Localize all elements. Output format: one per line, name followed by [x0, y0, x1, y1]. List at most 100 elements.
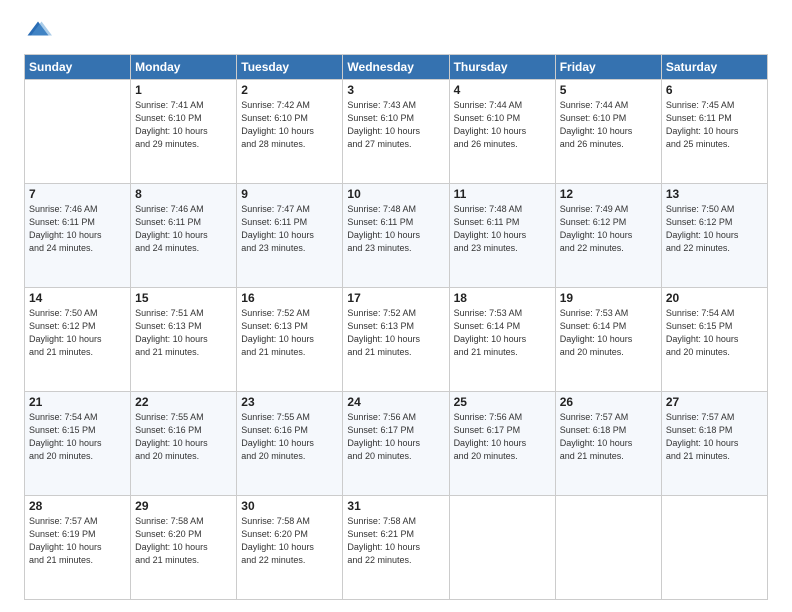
day-info: Sunrise: 7:46 AM Sunset: 6:11 PM Dayligh… [135, 203, 232, 255]
calendar-cell: 6 Sunrise: 7:45 AM Sunset: 6:11 PM Daylig… [661, 80, 767, 184]
calendar-cell [661, 496, 767, 600]
day-number: 2 [241, 83, 338, 97]
calendar-cell: 7 Sunrise: 7:46 AM Sunset: 6:11 PM Daylig… [25, 184, 131, 288]
calendar-cell: 2 Sunrise: 7:42 AM Sunset: 6:10 PM Daylig… [237, 80, 343, 184]
day-number: 22 [135, 395, 232, 409]
calendar-week-1: 1 Sunrise: 7:41 AM Sunset: 6:10 PM Daylig… [25, 80, 768, 184]
day-number: 17 [347, 291, 444, 305]
weekday-header-sunday: Sunday [25, 55, 131, 80]
day-number: 28 [29, 499, 126, 513]
page: SundayMondayTuesdayWednesdayThursdayFrid… [0, 0, 792, 612]
day-info: Sunrise: 7:50 AM Sunset: 6:12 PM Dayligh… [666, 203, 763, 255]
day-number: 24 [347, 395, 444, 409]
calendar-cell: 22 Sunrise: 7:55 AM Sunset: 6:16 PM Dayli… [131, 392, 237, 496]
calendar-cell: 10 Sunrise: 7:48 AM Sunset: 6:11 PM Dayli… [343, 184, 449, 288]
day-info: Sunrise: 7:45 AM Sunset: 6:11 PM Dayligh… [666, 99, 763, 151]
day-info: Sunrise: 7:48 AM Sunset: 6:11 PM Dayligh… [454, 203, 551, 255]
day-number: 23 [241, 395, 338, 409]
day-info: Sunrise: 7:54 AM Sunset: 6:15 PM Dayligh… [666, 307, 763, 359]
weekday-header-friday: Friday [555, 55, 661, 80]
calendar-cell: 9 Sunrise: 7:47 AM Sunset: 6:11 PM Daylig… [237, 184, 343, 288]
day-info: Sunrise: 7:47 AM Sunset: 6:11 PM Dayligh… [241, 203, 338, 255]
calendar-cell: 4 Sunrise: 7:44 AM Sunset: 6:10 PM Daylig… [449, 80, 555, 184]
calendar-cell: 1 Sunrise: 7:41 AM Sunset: 6:10 PM Daylig… [131, 80, 237, 184]
day-number: 7 [29, 187, 126, 201]
day-number: 4 [454, 83, 551, 97]
calendar-cell: 23Sunrise: 7:55 AM Sunset: 6:16 PM Dayli… [237, 392, 343, 496]
calendar-cell: 17 Sunrise: 7:52 AM Sunset: 6:13 PM Dayli… [343, 288, 449, 392]
day-info: Sunrise: 7:56 AM Sunset: 6:17 PM Dayligh… [347, 411, 444, 463]
calendar-week-5: 28Sunrise: 7:57 AM Sunset: 6:19 PM Dayli… [25, 496, 768, 600]
day-info: Sunrise: 7:53 AM Sunset: 6:14 PM Dayligh… [454, 307, 551, 359]
day-info: Sunrise: 7:58 AM Sunset: 6:20 PM Dayligh… [241, 515, 338, 567]
calendar-cell [25, 80, 131, 184]
calendar-cell: 13Sunrise: 7:50 AM Sunset: 6:12 PM Dayli… [661, 184, 767, 288]
day-info: Sunrise: 7:44 AM Sunset: 6:10 PM Dayligh… [560, 99, 657, 151]
calendar-cell: 30Sunrise: 7:58 AM Sunset: 6:20 PM Dayli… [237, 496, 343, 600]
weekday-header-tuesday: Tuesday [237, 55, 343, 80]
calendar-cell: 5Sunrise: 7:44 AM Sunset: 6:10 PM Daylig… [555, 80, 661, 184]
calendar-cell: 29Sunrise: 7:58 AM Sunset: 6:20 PM Dayli… [131, 496, 237, 600]
calendar-cell: 19 Sunrise: 7:53 AM Sunset: 6:14 PM Dayli… [555, 288, 661, 392]
day-info: Sunrise: 7:57 AM Sunset: 6:18 PM Dayligh… [560, 411, 657, 463]
calendar-cell: 18 Sunrise: 7:53 AM Sunset: 6:14 PM Dayli… [449, 288, 555, 392]
day-number: 20 [666, 291, 763, 305]
calendar-header: SundayMondayTuesdayWednesdayThursdayFrid… [25, 55, 768, 80]
day-number: 6 [666, 83, 763, 97]
calendar-cell [449, 496, 555, 600]
day-number: 26 [560, 395, 657, 409]
logo-icon [24, 18, 52, 46]
day-info: Sunrise: 7:56 AM Sunset: 6:17 PM Dayligh… [454, 411, 551, 463]
day-number: 10 [347, 187, 444, 201]
calendar-cell: 31 Sunrise: 7:58 AM Sunset: 6:21 PM Dayli… [343, 496, 449, 600]
day-number: 9 [241, 187, 338, 201]
day-info: Sunrise: 7:57 AM Sunset: 6:18 PM Dayligh… [666, 411, 763, 463]
day-number: 31 [347, 499, 444, 513]
logo [24, 18, 58, 46]
day-info: Sunrise: 7:55 AM Sunset: 6:16 PM Dayligh… [135, 411, 232, 463]
day-number: 14 [29, 291, 126, 305]
calendar-cell: 8Sunrise: 7:46 AM Sunset: 6:11 PM Daylig… [131, 184, 237, 288]
calendar-cell: 28Sunrise: 7:57 AM Sunset: 6:19 PM Dayli… [25, 496, 131, 600]
calendar-cell: 16 Sunrise: 7:52 AM Sunset: 6:13 PM Dayli… [237, 288, 343, 392]
calendar-cell [555, 496, 661, 600]
day-info: Sunrise: 7:51 AM Sunset: 6:13 PM Dayligh… [135, 307, 232, 359]
calendar-cell: 20 Sunrise: 7:54 AM Sunset: 6:15 PM Dayli… [661, 288, 767, 392]
day-info: Sunrise: 7:41 AM Sunset: 6:10 PM Dayligh… [135, 99, 232, 151]
header [24, 18, 768, 46]
day-info: Sunrise: 7:49 AM Sunset: 6:12 PM Dayligh… [560, 203, 657, 255]
day-number: 18 [454, 291, 551, 305]
day-info: Sunrise: 7:42 AM Sunset: 6:10 PM Dayligh… [241, 99, 338, 151]
day-info: Sunrise: 7:54 AM Sunset: 6:15 PM Dayligh… [29, 411, 126, 463]
calendar-cell: 27 Sunrise: 7:57 AM Sunset: 6:18 PM Dayli… [661, 392, 767, 496]
calendar-week-2: 7 Sunrise: 7:46 AM Sunset: 6:11 PM Daylig… [25, 184, 768, 288]
day-number: 27 [666, 395, 763, 409]
calendar-cell: 11 Sunrise: 7:48 AM Sunset: 6:11 PM Dayli… [449, 184, 555, 288]
calendar-cell: 26 Sunrise: 7:57 AM Sunset: 6:18 PM Dayli… [555, 392, 661, 496]
day-info: Sunrise: 7:50 AM Sunset: 6:12 PM Dayligh… [29, 307, 126, 359]
day-info: Sunrise: 7:46 AM Sunset: 6:11 PM Dayligh… [29, 203, 126, 255]
day-info: Sunrise: 7:53 AM Sunset: 6:14 PM Dayligh… [560, 307, 657, 359]
day-number: 16 [241, 291, 338, 305]
calendar-table: SundayMondayTuesdayWednesdayThursdayFrid… [24, 54, 768, 600]
day-number: 1 [135, 83, 232, 97]
day-info: Sunrise: 7:52 AM Sunset: 6:13 PM Dayligh… [241, 307, 338, 359]
day-info: Sunrise: 7:48 AM Sunset: 6:11 PM Dayligh… [347, 203, 444, 255]
calendar-cell: 25 Sunrise: 7:56 AM Sunset: 6:17 PM Dayli… [449, 392, 555, 496]
day-number: 19 [560, 291, 657, 305]
calendar-cell: 21Sunrise: 7:54 AM Sunset: 6:15 PM Dayli… [25, 392, 131, 496]
weekday-header-saturday: Saturday [661, 55, 767, 80]
day-number: 25 [454, 395, 551, 409]
day-number: 3 [347, 83, 444, 97]
weekday-header-monday: Monday [131, 55, 237, 80]
day-number: 11 [454, 187, 551, 201]
day-number: 12 [560, 187, 657, 201]
day-info: Sunrise: 7:58 AM Sunset: 6:20 PM Dayligh… [135, 515, 232, 567]
weekday-header-row: SundayMondayTuesdayWednesdayThursdayFrid… [25, 55, 768, 80]
weekday-header-wednesday: Wednesday [343, 55, 449, 80]
day-info: Sunrise: 7:52 AM Sunset: 6:13 PM Dayligh… [347, 307, 444, 359]
day-number: 15 [135, 291, 232, 305]
calendar-cell: 14 Sunrise: 7:50 AM Sunset: 6:12 PM Dayli… [25, 288, 131, 392]
day-info: Sunrise: 7:58 AM Sunset: 6:21 PM Dayligh… [347, 515, 444, 567]
day-info: Sunrise: 7:44 AM Sunset: 6:10 PM Dayligh… [454, 99, 551, 151]
